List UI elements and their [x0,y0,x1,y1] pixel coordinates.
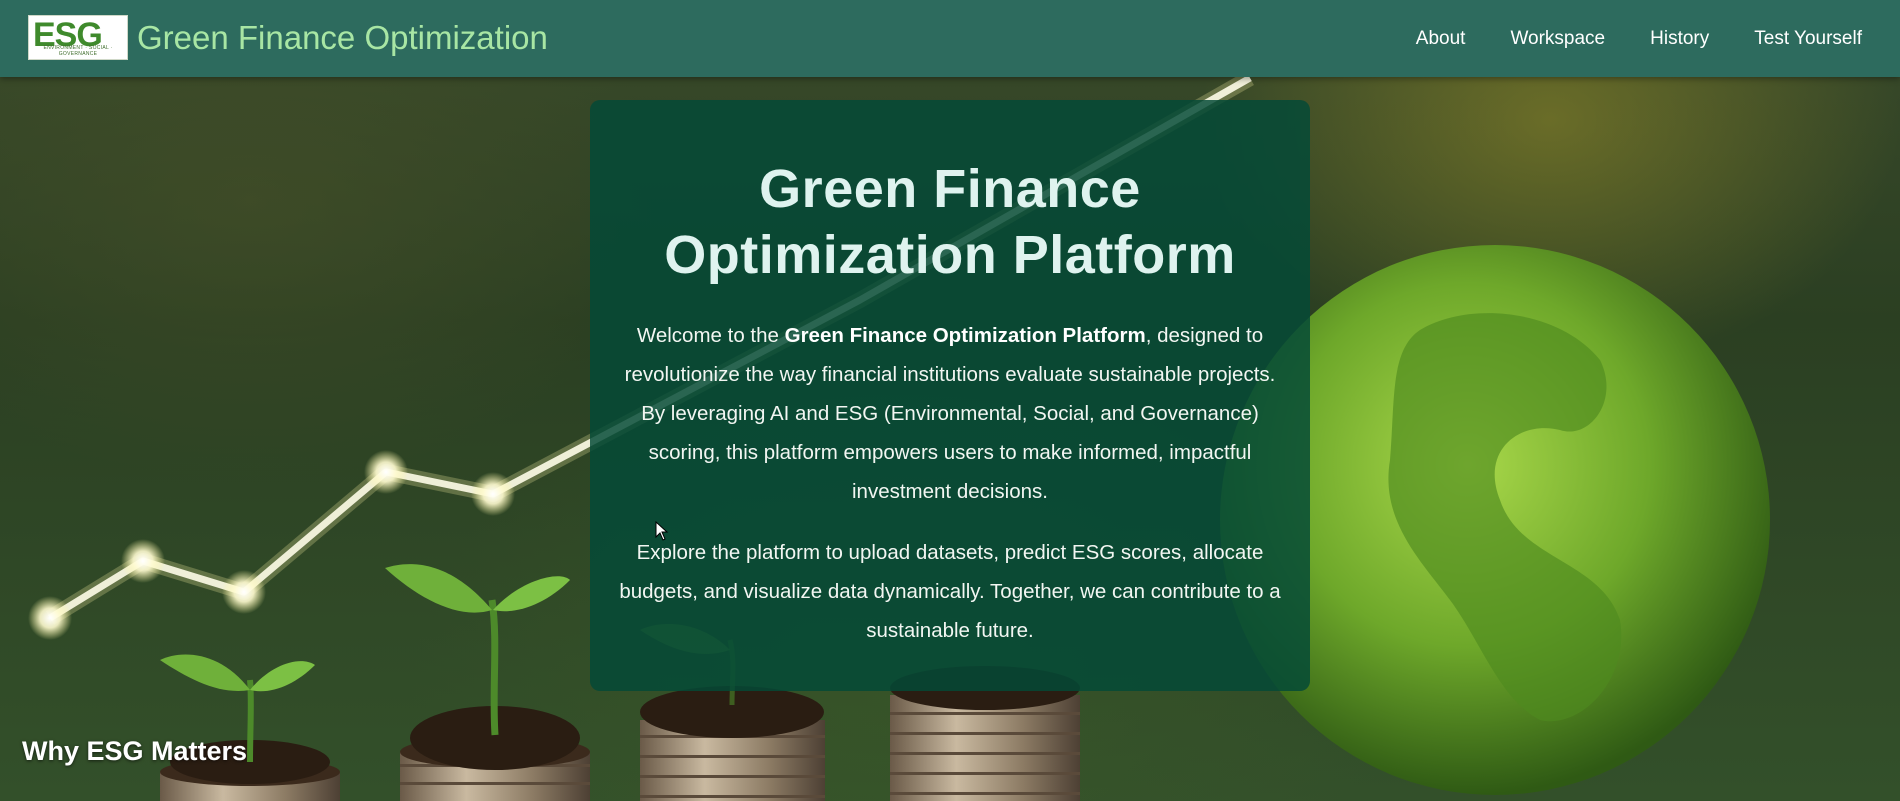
intro-paragraph-2: Explore the platform to upload datasets,… [619,541,1281,642]
page: ESG ENVIRONMENT · SOCIAL · GOVERNANCE Gr… [0,0,1900,801]
logo-subtext: ENVIRONMENT · SOCIAL · GOVERNANCE [43,45,113,57]
mouse-pointer-icon [655,521,669,541]
nav-link-test-yourself[interactable]: Test Yourself [1754,28,1862,50]
intro-paragraph-1: Welcome to the Green Finance Optimizatio… [612,316,1288,511]
why-esg-heading: Why ESG Matters [22,736,248,767]
nav-links: About Workspace History Test Yourself [1371,0,1862,77]
nav-link-about[interactable]: About [1416,28,1466,50]
intro-paragraph-1-prefix: Welcome to the [636,324,785,347]
nav-link-history[interactable]: History [1650,28,1709,50]
intro-paragraph-1-bold: Green Finance Optimization Platform [784,324,1146,347]
esg-logo[interactable]: ESG ENVIRONMENT · SOCIAL · GOVERNANCE [28,15,128,60]
nav-link-workspace[interactable]: Workspace [1510,28,1605,50]
top-navbar: ESG ENVIRONMENT · SOCIAL · GOVERNANCE Gr… [0,0,1900,77]
intro-paragraph-1-suffix: , designed to revolutionize the way fina… [624,324,1276,503]
intro-title: Green Finance Optimization Platform [664,159,1236,285]
intro-card: Green Finance Optimization Platform Welc… [590,100,1310,691]
brand-title[interactable]: Green Finance Optimization [137,18,548,58]
